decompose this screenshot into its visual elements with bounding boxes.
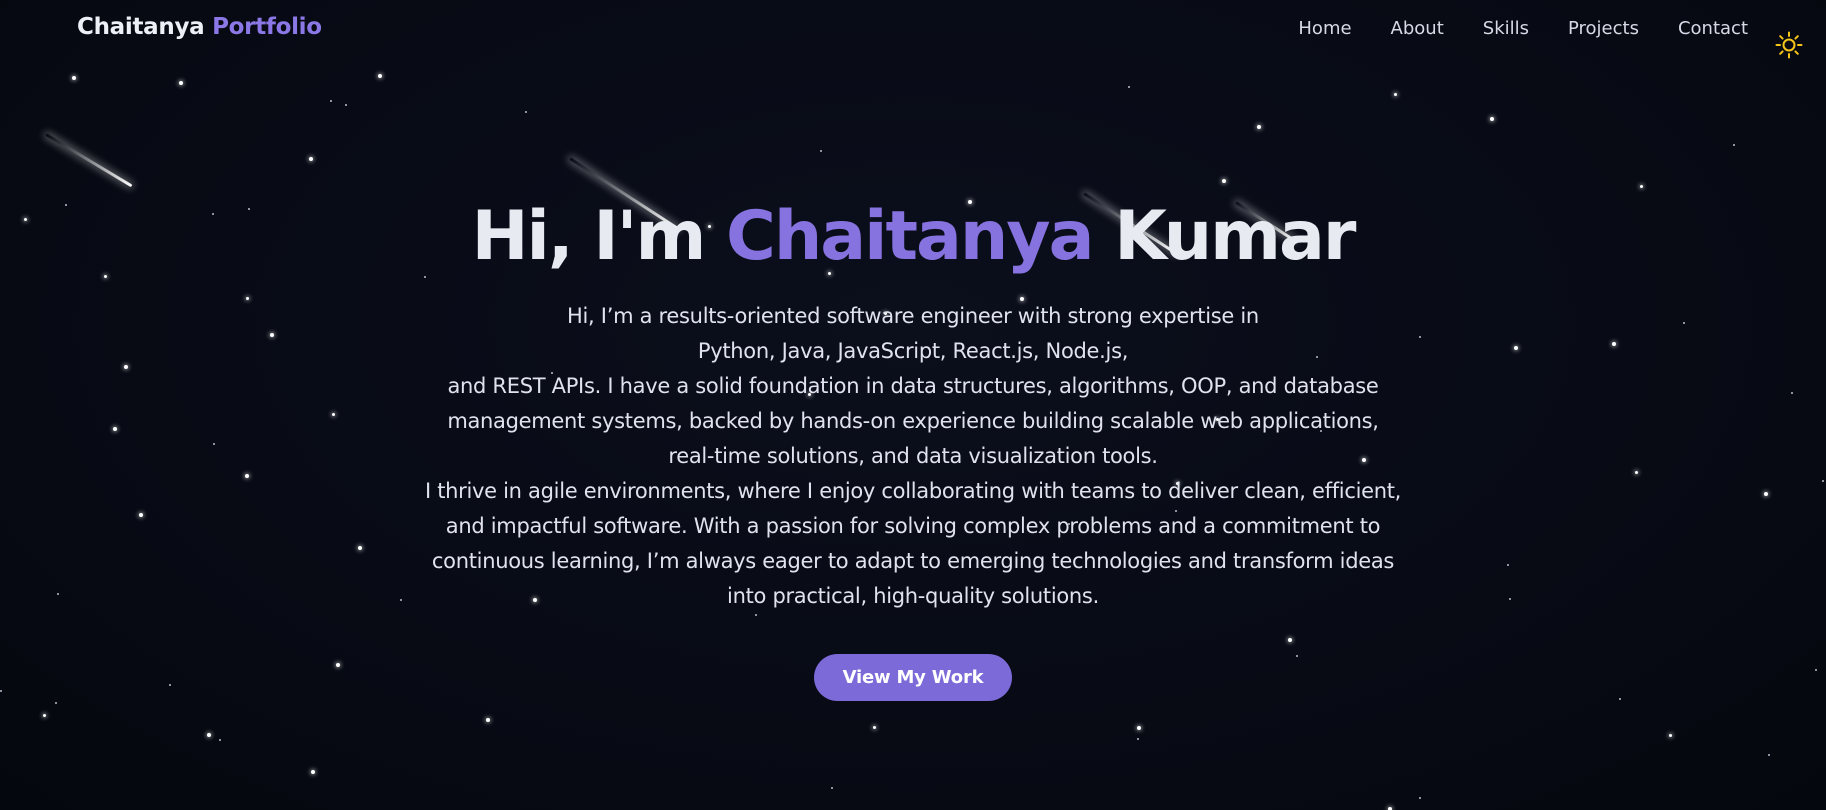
star-decoration [820,150,822,152]
nav-link-home[interactable]: Home [1298,18,1351,39]
star-decoration [1394,93,1397,96]
hero-description-line: and impactful software. With a passion f… [445,513,1381,538]
star-decoration [1733,144,1735,146]
star-decoration [1137,726,1141,730]
star-decoration [525,111,527,113]
hero-title-surname: Kumar [1114,197,1356,276]
star-decoration [1640,185,1643,188]
star-decoration [1419,797,1421,799]
star-decoration [311,770,315,774]
star-decoration [219,739,221,741]
hero-description-line: Hi, I’m a results-oriented software engi… [567,303,1259,328]
star-decoration [1669,734,1672,737]
hero-description-line: management systems, backed by hands-on e… [447,408,1379,433]
hero-description-line: and REST APIs. I have a solid foundation… [447,373,1379,398]
star-decoration [1137,738,1139,740]
star-decoration [55,702,57,704]
brand-logo[interactable]: Chaitanya Portfolio [77,14,322,40]
nav-link-contact[interactable]: Contact [1678,18,1748,39]
nav-link-projects[interactable]: Projects [1568,18,1639,39]
hero-description-line: real-time solutions, and data visualizat… [668,443,1158,468]
page: Chaitanya Portfolio Home About Skills Pr… [0,0,1826,810]
hero-description-line: Python, Java, JavaScript, React.js, Node… [697,338,1129,363]
nav-links: Home About Skills Projects Contact [1298,18,1748,39]
star-decoration [1128,86,1130,88]
star-decoration [1257,125,1261,129]
shooting-star-decoration [45,133,133,188]
star-decoration [1768,754,1770,756]
star-decoration [1222,179,1226,183]
nav-link-about[interactable]: About [1391,18,1444,39]
star-decoration [831,787,833,789]
star-decoration [1490,117,1494,121]
hero-description: Hi, I’m a results-oriented software engi… [383,299,1443,614]
hero-section: Hi, I'm Chaitanya Kumar Hi, I’m a result… [0,197,1826,701]
hero-title: Hi, I'm Chaitanya Kumar [0,197,1826,276]
star-decoration [43,714,46,717]
star-decoration [486,718,490,722]
hero-description-line: into practical, high-quality solutions. [727,583,1099,608]
star-decoration [345,104,347,106]
star-decoration [72,76,76,80]
brand-name: Chaitanya [77,14,205,40]
star-decoration [179,81,183,85]
star-decoration [378,74,382,78]
sun-icon [1775,31,1803,59]
hero-description-line: continuous learning, I’m always eager to… [431,548,1395,573]
brand-suffix: Portfolio [212,14,322,40]
hero-title-name: Chaitanya [725,197,1095,276]
hero-description-line: I thrive in agile environments, where I … [424,478,1402,503]
star-decoration [330,100,332,102]
star-decoration [309,157,313,161]
nav-link-skills[interactable]: Skills [1483,18,1529,39]
view-my-work-button[interactable]: View My Work [813,653,1013,701]
top-navbar: Chaitanya Portfolio Home About Skills Pr… [0,0,1826,60]
star-decoration [873,726,876,729]
hero-title-prefix: Hi, I'm [471,197,707,276]
theme-toggle-button[interactable] [1774,30,1804,60]
star-decoration [207,733,211,737]
